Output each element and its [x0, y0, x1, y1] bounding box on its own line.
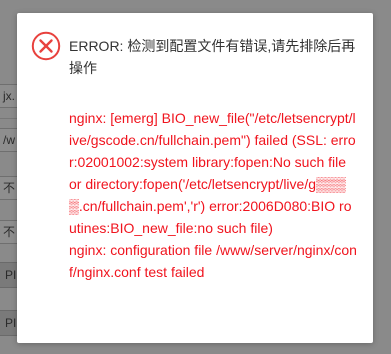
error-message-line: nginx: [emerg] BIO_new_file("/etc/letsen…: [69, 110, 356, 236]
error-circle-x-icon: [31, 31, 61, 61]
error-message-line: nginx: configuration file /www/server/ng…: [69, 242, 357, 280]
background-button-1: PI: [0, 262, 18, 288]
error-message-list: nginx: [emerg] BIO_new_file("/etc/letsen…: [69, 107, 357, 283]
background-button-2: PI: [0, 310, 18, 336]
error-dialog: ERROR: 检测到配置文件有错误,请先排除后再操作 nginx: [emerg…: [17, 13, 373, 343]
dialog-title: ERROR: 检测到配置文件有错误,请先排除后再操作: [69, 38, 356, 76]
